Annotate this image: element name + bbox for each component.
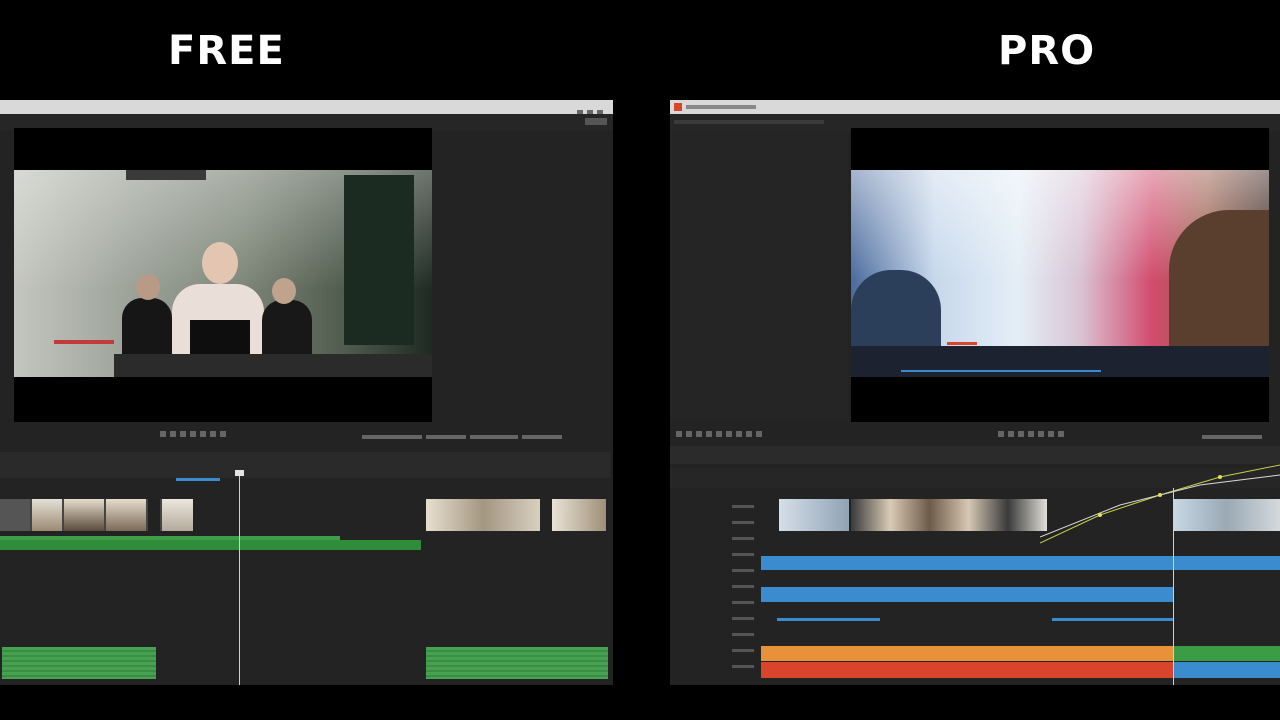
pro-toolbar-right[interactable] — [1202, 432, 1266, 446]
pro-video-clip-2[interactable] — [851, 499, 1047, 531]
pro-editor-window — [670, 100, 1280, 685]
free-playback-controls[interactable] — [160, 430, 230, 444]
pro-viewer — [851, 128, 1269, 422]
pro-project-panel — [670, 130, 848, 420]
pro-heading: PRO — [998, 28, 1096, 74]
free-timeline-marker — [176, 478, 220, 481]
free-audio-track-top[interactable] — [0, 540, 421, 550]
rock-formation — [1169, 210, 1269, 360]
person-left — [122, 298, 172, 358]
desk — [114, 354, 432, 377]
free-audio-clip-1[interactable] — [2, 647, 156, 679]
pro-playback-controls[interactable] — [998, 430, 1068, 444]
free-video-clip-3[interactable] — [552, 499, 606, 531]
pro-title-bar — [670, 100, 1280, 114]
person-right — [262, 300, 312, 360]
free-audio-clip-2[interactable] — [426, 647, 608, 679]
free-title-bar — [0, 100, 613, 116]
app-logo-icon — [674, 103, 682, 111]
free-video-frame — [14, 170, 432, 377]
free-video-clip-2[interactable] — [426, 499, 540, 531]
pro-audio-track-blue-1[interactable] — [761, 556, 1280, 570]
pro-source-controls[interactable] — [676, 430, 766, 444]
pro-video-clip-1[interactable] — [779, 499, 849, 531]
pro-track-red[interactable] — [761, 662, 1174, 678]
pro-video-frame — [851, 170, 1269, 377]
free-playhead[interactable] — [239, 472, 240, 685]
pro-track-teal[interactable] — [1174, 662, 1280, 678]
keyframe-curve[interactable] — [1040, 455, 1280, 545]
pro-audio-track-blue-3a[interactable] — [777, 618, 880, 621]
pro-track-labels — [732, 505, 754, 675]
free-toolbar-right[interactable] — [362, 432, 566, 446]
pro-track-orange[interactable] — [761, 646, 1174, 661]
pro-audio-track-blue-3b[interactable] — [1052, 618, 1174, 621]
free-editor-window — [0, 100, 613, 685]
free-timeline-ruler[interactable] — [0, 452, 610, 478]
free-heading: FREE — [168, 28, 285, 74]
pro-track-green[interactable] — [1174, 646, 1280, 661]
free-viewer — [14, 128, 432, 422]
pro-playhead[interactable] — [1173, 488, 1174, 685]
export-button[interactable] — [585, 118, 607, 125]
free-playhead-handle[interactable] — [235, 470, 244, 476]
pro-audio-track-blue-2[interactable] — [761, 587, 1174, 602]
free-video-clip-1[interactable] — [0, 499, 193, 531]
laptop — [190, 320, 250, 356]
